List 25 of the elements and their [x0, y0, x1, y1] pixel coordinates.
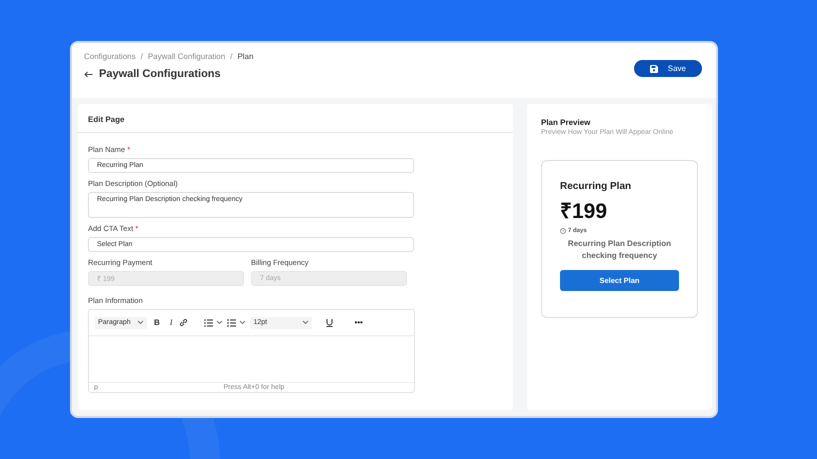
clock-icon — [560, 228, 566, 234]
breadcrumb-separator: / — [140, 52, 143, 61]
page-title: Paywall Configurations — [99, 68, 221, 80]
caret-icon — [137, 320, 144, 325]
numbered-list-icon[interactable] — [227, 318, 236, 326]
link-icon[interactable] — [179, 318, 188, 327]
back-arrow-icon[interactable] — [84, 70, 93, 78]
breadcrumb-link[interactable]: Paywall Configuration — [148, 52, 226, 61]
italic-button[interactable]: I — [166, 316, 176, 328]
breadcrumb-link[interactable]: Plan — [237, 52, 254, 61]
breadcrumb-separator: / — [230, 52, 232, 61]
save-button[interactable]: Save — [634, 60, 702, 77]
more-button[interactable]: ••• — [351, 316, 366, 328]
panel-title: Plan Preview — [541, 118, 592, 127]
plan-description: Recurring Plan Description checking frequency — [566, 238, 672, 262]
caret-icon — [302, 320, 310, 325]
bullet-list-icon[interactable] — [204, 318, 214, 326]
save-icon — [650, 64, 658, 72]
plan-price: ₹199 — [560, 199, 608, 224]
underline-icon[interactable] — [326, 318, 334, 326]
caret-icon — [216, 320, 224, 325]
section-title: Edit Page — [88, 114, 126, 126]
caret-icon — [239, 320, 246, 325]
bold-button[interactable]: B — [151, 316, 163, 328]
plan-name: Recurring Plan — [560, 181, 632, 192]
